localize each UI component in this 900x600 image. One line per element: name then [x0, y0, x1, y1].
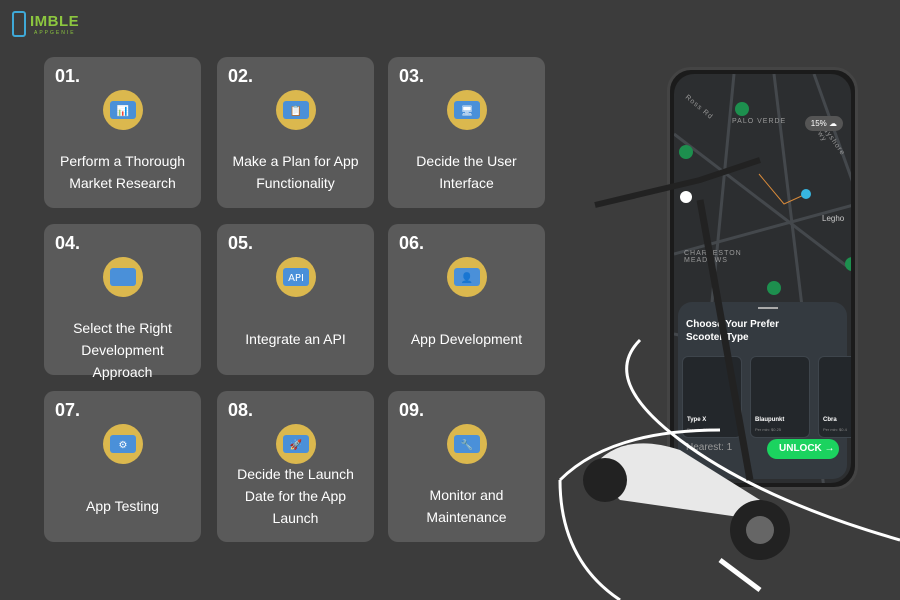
testing-icon: ⚙	[98, 419, 148, 469]
step-number: 07.	[55, 400, 81, 420]
scooter-card[interactable]: Cbra Per min: $0.4	[818, 356, 851, 438]
svg-text:API: API	[288, 273, 304, 284]
step-number: 08.	[228, 400, 254, 420]
step-label: Decide the User Interface	[416, 153, 517, 191]
weather-value: 15%	[810, 119, 827, 128]
svg-text:🖥: 🖥	[460, 105, 473, 117]
map: Ross Rd PALO VERDE Bayshore Fwy Legho CH…	[674, 74, 851, 483]
drag-handle[interactable]	[758, 307, 778, 309]
logo-name: IMBLE	[30, 13, 80, 30]
scooter-price: Per min: $0.30	[687, 427, 714, 432]
sheet-title: Choose Your Prefer Scooter Type	[686, 319, 779, 343]
phone-mockup: Ross Rd PALO VERDE Bayshore Fwy Legho CH…	[667, 67, 858, 490]
scooter-front-wheel	[730, 500, 790, 560]
rocket-launch-icon: 🚀	[271, 419, 321, 469]
maintenance-tools-icon: 🔧	[442, 419, 492, 469]
developer-icon: 👤	[442, 252, 492, 302]
weather-badge: 15% ☁	[804, 116, 843, 131]
step-number: 02.	[228, 66, 254, 86]
step-label: App Development	[410, 331, 523, 347]
step-number: 01.	[55, 66, 81, 86]
map-label: PALO VERDE	[732, 118, 787, 125]
step-label: Integrate an API	[245, 331, 346, 347]
logo: IMBLE APPGENIE	[10, 10, 90, 40]
step-label: Perform a Thorough Market Research	[59, 153, 186, 191]
step-number: 04.	[55, 233, 81, 253]
nearest-text: Nearest: 1	[686, 442, 733, 453]
market-research-icon: 📊	[98, 85, 148, 135]
step-label: App Testing	[86, 498, 159, 514]
unlock-button[interactable]: UNLOCK →	[767, 439, 839, 459]
map-label: Legho	[822, 214, 845, 223]
road-dash	[718, 558, 762, 592]
step-card: 08. 🚀 Decide the Launch Date for the App…	[217, 391, 374, 542]
step-card: 07. ⚙ App Testing	[44, 391, 201, 542]
scooter-price: Per min: $0.25	[755, 427, 782, 432]
map-label: CHARLESTON MEADOWS	[684, 250, 742, 264]
scooter-name: Type X	[687, 417, 707, 423]
svg-text:📋: 📋	[289, 104, 301, 117]
wheel-hub	[746, 516, 774, 544]
logo-phone-icon	[12, 11, 26, 37]
scooter-card[interactable]: Blaupunkt Per min: $0.25	[750, 356, 810, 438]
scooter-name: Cbra	[823, 417, 837, 423]
svg-text:🔧: 🔧	[460, 438, 472, 451]
step-card: 09. 🔧 Monitor and Maintenance	[388, 391, 545, 542]
cloud-rain-icon: ☁	[829, 119, 837, 128]
step-card: 06. 👤 App Development	[388, 224, 545, 375]
step-card: 05. API Integrate an API	[217, 224, 374, 375]
step-label: Monitor and Maintenance	[426, 487, 507, 525]
step-card: 04. Select the Right Development Approac…	[44, 224, 201, 380]
scooter-sheet: Choose Your Prefer Scooter Type Type X Pe…	[678, 302, 851, 479]
step-number: 09.	[399, 400, 425, 420]
scooter-card[interactable]: Type X Per min: $0.30	[682, 356, 742, 438]
step-card: 01. 📊 Perform a Thorough Market Research	[44, 57, 201, 208]
code-approach-icon	[98, 252, 148, 302]
step-number: 06.	[399, 233, 425, 253]
step-card: 02. 📋 Make a Plan for App Functionality	[217, 57, 374, 208]
step-label: Select the Right Development Approach	[73, 320, 172, 380]
svg-text:👤: 👤	[460, 271, 472, 284]
step-number: 05.	[228, 233, 254, 253]
user-interface-icon: 🖥	[442, 85, 492, 135]
plan-icon: 📋	[271, 85, 321, 135]
step-label: Make a Plan for App Functionality	[232, 153, 359, 191]
svg-text:🚀: 🚀	[289, 438, 302, 451]
step-number: 03.	[399, 66, 425, 86]
api-icon: API	[271, 252, 321, 302]
svg-text:⚙: ⚙	[118, 440, 127, 451]
step-card: 03. 🖥 Decide the User Interface	[388, 57, 545, 208]
logo-sub: APPGENIE	[34, 30, 76, 36]
step-label: Decide the Launch Date for the App Launc…	[237, 466, 354, 526]
scooter-rear-wheel	[583, 458, 627, 502]
scooter-price: Per min: $0.4	[823, 427, 847, 432]
svg-text:📊: 📊	[116, 104, 128, 117]
scooter-name: Blaupunkt	[755, 417, 785, 423]
